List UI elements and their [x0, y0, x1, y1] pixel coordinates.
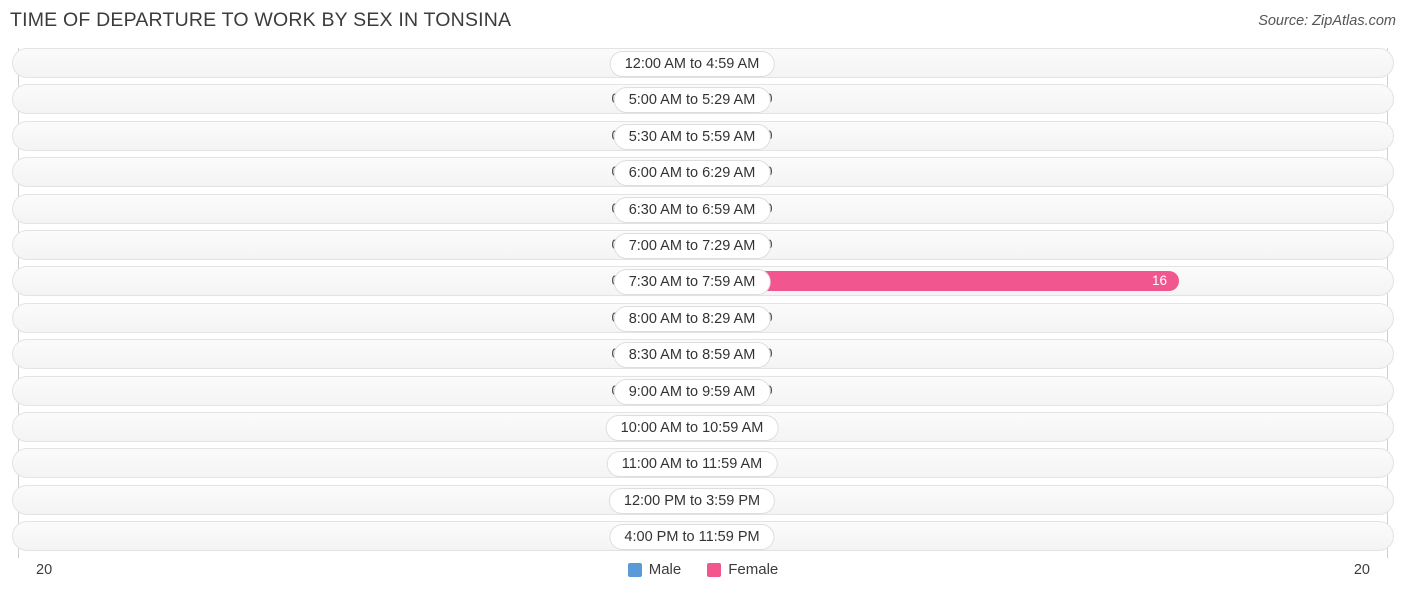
category-label: 12:00 AM to 4:59 AM [609, 51, 775, 77]
table-row[interactable]: 0011:00 AM to 11:59 AM [12, 448, 1394, 479]
plot-area: 0012:00 AM to 4:59 AM 005:00 AM to 5:29 A… [0, 48, 1406, 558]
category-label: 11:00 AM to 11:59 AM [606, 451, 778, 478]
category-label: 4:00 PM to 11:59 PM [609, 524, 775, 551]
chart-footer: 20 20 Male Female [0, 558, 1406, 594]
chart-page: TIME OF DEPARTURE TO WORK BY SEX IN TONS… [0, 0, 1406, 594]
table-row[interactable]: 006:00 AM to 6:29 AM [12, 157, 1394, 188]
category-label: 6:30 AM to 6:59 AM [613, 196, 771, 223]
table-row[interactable]: 008:00 AM to 8:29 AM [12, 302, 1394, 333]
legend-item-male[interactable]: Male [627, 561, 682, 578]
table-row[interactable]: 006:30 AM to 6:59 AM [12, 193, 1394, 224]
bar-value-female: 16 [1151, 273, 1167, 289]
category-label: 10:00 AM to 10:59 AM [605, 414, 779, 441]
legend-label-male: Male [648, 561, 682, 578]
category-label: 7:00 AM to 7:29 AM [613, 232, 771, 259]
legend-item-female[interactable]: Female [707, 561, 778, 578]
category-label: 7:30 AM to 7:59 AM [613, 269, 771, 296]
table-row[interactable]: 008:30 AM to 8:59 AM [12, 339, 1394, 370]
table-row[interactable]: 004:00 PM to 11:59 PM [12, 521, 1394, 552]
source-attribution: Source: ZipAtlas.com [1258, 13, 1396, 29]
table-row[interactable]: 005:30 AM to 5:59 AM [12, 120, 1394, 151]
legend-label-female: Female [728, 561, 779, 578]
table-row[interactable]: 009:00 AM to 9:59 AM [12, 375, 1394, 406]
bar-rows: 0012:00 AM to 4:59 AM 005:00 AM to 5:29 A… [0, 48, 1406, 557]
table-row[interactable]: 007:00 AM to 7:29 AM [12, 229, 1394, 260]
legend-swatch-male-icon [627, 562, 642, 577]
legend-swatch-female-icon [707, 562, 722, 577]
category-label: 9:00 AM to 9:59 AM [613, 378, 771, 405]
table-row[interactable]: 005:00 AM to 5:29 AM [12, 84, 1394, 115]
chart-legend: Male Female [0, 561, 1406, 578]
category-label: 5:00 AM to 5:29 AM [613, 87, 771, 114]
table-row[interactable]: 0167:30 AM to 7:59 AM [12, 266, 1394, 297]
category-label: 8:00 AM to 8:29 AM [613, 305, 771, 332]
category-label: 8:30 AM to 8:59 AM [613, 342, 771, 369]
category-label: 6:00 AM to 6:29 AM [613, 160, 771, 187]
page-title: TIME OF DEPARTURE TO WORK BY SEX IN TONS… [10, 9, 512, 31]
category-label: 12:00 PM to 3:59 PM [608, 487, 776, 514]
table-row[interactable]: 0012:00 PM to 3:59 PM [12, 484, 1394, 515]
table-row[interactable]: 0012:00 AM to 4:59 AM [12, 48, 1394, 78]
chart-header: TIME OF DEPARTURE TO WORK BY SEX IN TONS… [0, 0, 1406, 44]
category-label: 5:30 AM to 5:59 AM [613, 123, 771, 150]
table-row[interactable]: 0010:00 AM to 10:59 AM [12, 411, 1394, 442]
